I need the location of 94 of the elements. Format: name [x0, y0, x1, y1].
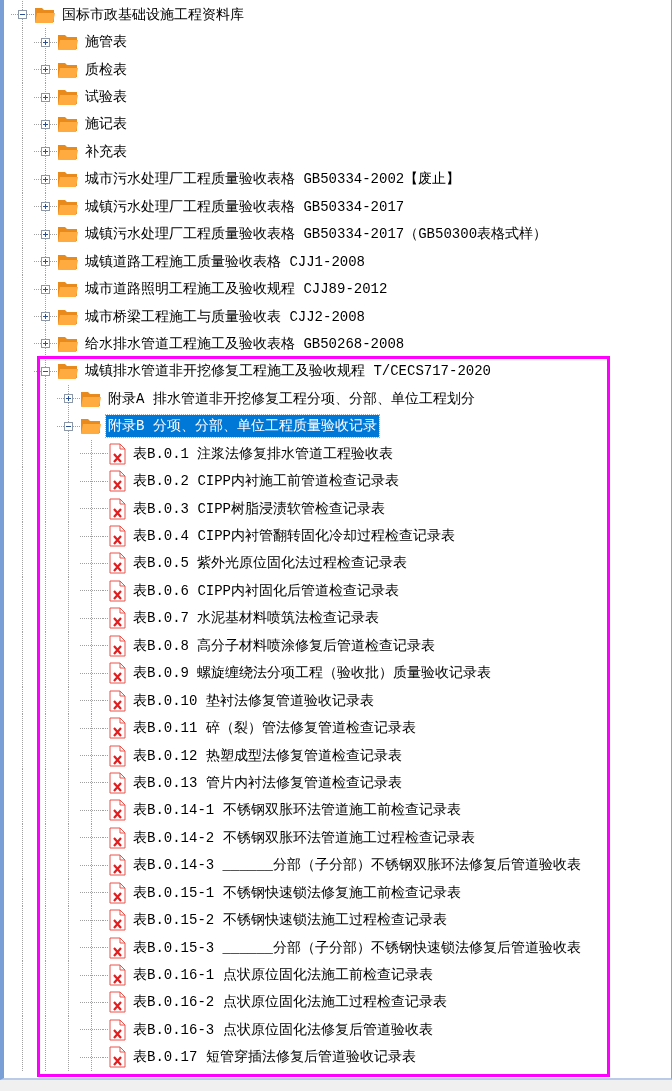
tree-item[interactable]: 表B.0.16-2 点状原位固化法施工过程检查记录表: [131, 991, 449, 1014]
expand-icon[interactable]: [41, 284, 50, 294]
tree-item[interactable]: 表B.0.14-2 不锈钢双胀环法管道施工过程检查记录表: [131, 826, 477, 849]
tree-item[interactable]: 表B.0.16-1 点状原位固化法施工前检查记录表: [131, 964, 435, 987]
document-icon: [108, 579, 127, 602]
tree-item[interactable]: 补充表: [83, 140, 129, 163]
document-icon: [108, 826, 127, 849]
document-icon: [108, 909, 127, 932]
tree-item[interactable]: 质检表: [83, 58, 129, 81]
tree-item[interactable]: 表B.0.1 注浆法修复排水管道工程验收表: [131, 442, 396, 465]
document-icon: [108, 936, 127, 959]
document-icon: [108, 689, 127, 712]
expand-icon[interactable]: [64, 394, 73, 404]
folder-icon: [57, 334, 79, 353]
tree-item[interactable]: 表B.0.5 紫外光原位固化法过程检查记录表: [131, 552, 410, 575]
tree-item[interactable]: 表B.0.6 CIPP内衬固化后管道检查记录表: [131, 579, 401, 602]
folder-icon: [57, 252, 79, 271]
document-icon: [108, 744, 127, 767]
tree-item[interactable]: 表B.0.15-2 不锈钢快速锁法施工过程检查记录表: [131, 909, 449, 932]
tree-item[interactable]: 国标市政基础设施工程资料库: [60, 3, 246, 26]
document-icon: [108, 771, 127, 794]
document-icon: [108, 964, 127, 987]
document-icon: [108, 662, 127, 685]
expand-icon[interactable]: [41, 119, 50, 129]
tree-item[interactable]: 附录A 排水管道非开挖修复工程分项、分部、单位工程划分: [106, 387, 477, 410]
expand-icon[interactable]: [41, 65, 50, 75]
document-icon: [108, 607, 127, 630]
tree-item[interactable]: 表B.0.15-1 不锈钢快速锁法修复施工前检查记录表: [131, 881, 463, 904]
tree-item[interactable]: 城镇排水管道非开挖修复工程施工及验收规程 T/CECS717-2020: [83, 360, 494, 383]
folder-icon: [57, 60, 79, 79]
document-icon: [108, 634, 127, 657]
tree-item[interactable]: 城市道路照明工程施工及验收规程 CJJ89-2012: [83, 278, 390, 301]
collapse-icon[interactable]: [64, 421, 73, 431]
collapse-icon[interactable]: [41, 366, 50, 376]
document-icon: [108, 881, 127, 904]
tree-item[interactable]: 城市污水处理厂工程质量验收表格 GB50334-2002【废止】: [83, 168, 463, 191]
document-icon: [108, 552, 127, 575]
folder-icon: [57, 115, 79, 134]
collapse-icon[interactable]: [18, 10, 27, 20]
folder-icon: [57, 33, 79, 52]
tree-item[interactable]: 表B.0.13 管片内衬法修复管道检查记录表: [131, 771, 404, 794]
expand-icon[interactable]: [41, 147, 50, 157]
document-icon: [108, 470, 127, 493]
tree-item[interactable]: 表B.0.4 CIPP内衬管翻转固化冷却过程检查记录表: [131, 525, 457, 548]
document-icon: [108, 799, 127, 822]
tree-item[interactable]: 城镇道路工程施工质量验收表格 CJJ1-2008: [83, 250, 367, 273]
tree-item[interactable]: 表B.0.2 CIPP内衬施工前管道检查记录表: [131, 470, 401, 493]
tree-item[interactable]: 表B.0.9 螺旋缠绕法分项工程（验收批）质量验收记录表: [131, 662, 494, 685]
folder-icon: [57, 307, 79, 326]
document-icon: [108, 442, 127, 465]
document-icon: [108, 1018, 127, 1041]
folder-icon: [57, 142, 79, 161]
document-icon: [108, 525, 127, 548]
expand-icon[interactable]: [41, 312, 50, 322]
folder-icon: [57, 225, 79, 244]
expand-icon[interactable]: [41, 202, 50, 212]
expand-icon[interactable]: [41, 37, 50, 47]
tree-item[interactable]: 城镇污水处理厂工程质量验收表格 GB50334-2017（GB50300表格式样）: [83, 223, 550, 246]
tree-item[interactable]: 附录B 分项、分部、单位工程质量验收记录: [106, 415, 379, 438]
tree-item[interactable]: 表B.0.10 垫衬法修复管道验收记录表: [131, 689, 376, 712]
folder-icon: [80, 389, 102, 408]
folder-icon: [34, 5, 56, 24]
tree-item[interactable]: 表B.0.17 短管穿插法修复后管道验收记录表: [131, 1046, 418, 1069]
expand-icon[interactable]: [41, 339, 50, 349]
tree-item[interactable]: 表B.0.14-1 不锈钢双胀环法管道施工前检查记录表: [131, 799, 463, 822]
folder-icon: [57, 197, 79, 216]
tree-item[interactable]: 城镇污水处理厂工程质量验收表格 GB50334-2017: [83, 195, 407, 218]
tree-item[interactable]: 给水排水管道工程施工及验收表格 GB50268-2008: [83, 332, 407, 355]
tree-item[interactable]: 城市桥梁工程施工与质量验收表 CJJ2-2008: [83, 305, 367, 328]
folder-icon: [57, 170, 79, 189]
expand-icon[interactable]: [41, 174, 50, 184]
tree-item[interactable]: 表B.0.16-3 点状原位固化法修复后管道验收表: [131, 1018, 435, 1041]
tree-item[interactable]: 表B.0.8 高分子材料喷涂修复后管道检查记录表: [131, 634, 438, 657]
tree-item[interactable]: 试验表: [83, 86, 129, 109]
expand-icon[interactable]: [41, 92, 50, 102]
document-icon: [108, 854, 127, 877]
tree-item[interactable]: 表B.0.15-3 ______分部（子分部）不锈钢快速锁法修复后管道验收表: [131, 936, 584, 959]
document-icon: [108, 497, 127, 520]
document-icon: [108, 991, 127, 1014]
document-icon: [108, 1046, 127, 1069]
tree-item[interactable]: 表B.0.11 碎（裂）管法修复管道检查记录表: [131, 717, 418, 740]
expand-icon[interactable]: [41, 229, 50, 239]
folder-icon: [57, 88, 79, 107]
folder-icon: [57, 280, 79, 299]
tree-item[interactable]: 表B.0.7 水泥基材料喷筑法检查记录表: [131, 607, 382, 630]
tree-item[interactable]: 表B.0.14-3 ______分部（子分部）不锈钢双胀环法修复后管道验收表: [131, 854, 584, 877]
folder-icon: [57, 362, 79, 381]
tree-item[interactable]: 表B.0.3 CIPP树脂浸渍软管检查记录表: [131, 497, 387, 520]
tree-item[interactable]: 施管表: [83, 31, 129, 54]
expand-icon[interactable]: [41, 257, 50, 267]
tree-item[interactable]: 表B.0.12 热塑成型法修复管道检查记录表: [131, 744, 404, 767]
tree-item[interactable]: 施记表: [83, 113, 129, 136]
document-icon: [108, 717, 127, 740]
folder-icon: [80, 417, 102, 436]
